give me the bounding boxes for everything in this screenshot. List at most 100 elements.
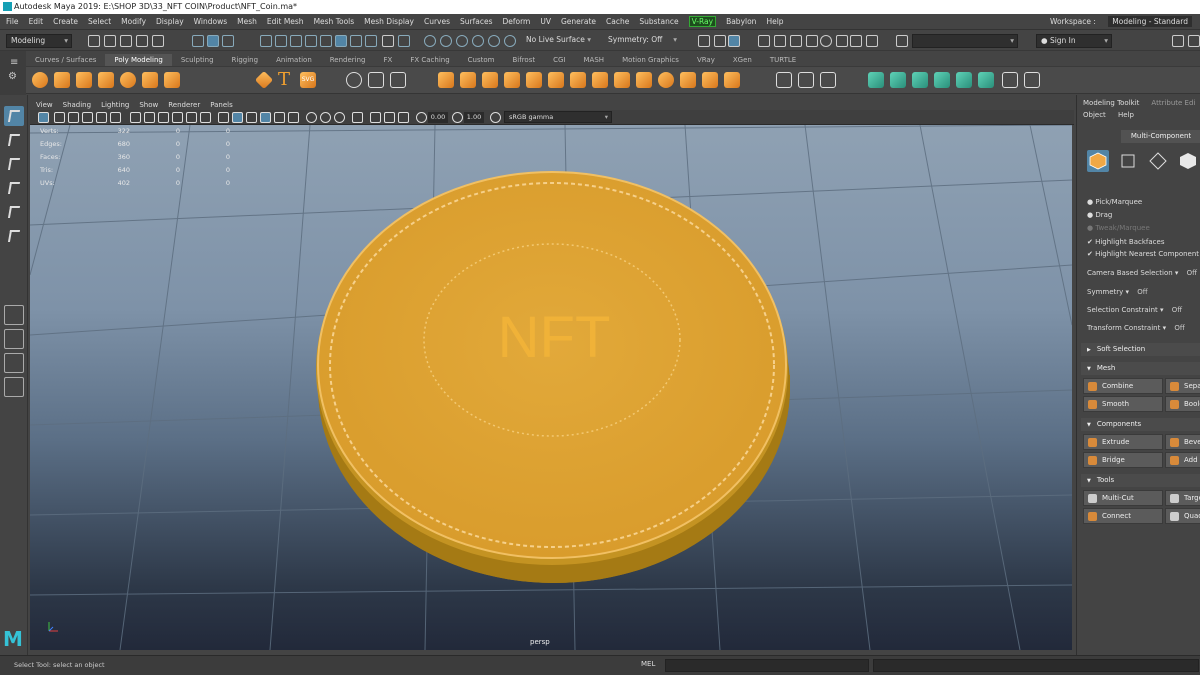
mirror-shelf-icon[interactable]: [504, 72, 520, 88]
tab-xgen[interactable]: XGen: [724, 54, 761, 66]
menu-babylon[interactable]: Babylon: [726, 17, 756, 26]
sign-in-button[interactable]: ● Sign In: [1036, 34, 1112, 48]
sidebar-toggle-icon[interactable]: [896, 35, 908, 47]
select-by-deformation-icon[interactable]: [320, 35, 332, 47]
undo-icon[interactable]: [136, 35, 148, 47]
edge-loop-shelf-icon[interactable]: [798, 72, 814, 88]
tab-sculpting[interactable]: Sculpting: [172, 54, 223, 66]
scale-tool-icon[interactable]: [4, 226, 24, 246]
menu-create[interactable]: Create: [53, 17, 78, 26]
motion-blur-icon[interactable]: [320, 112, 331, 123]
wireframe-on-shaded-icon[interactable]: [246, 112, 257, 123]
menu-cache[interactable]: Cache: [606, 17, 629, 26]
tab-bifrost[interactable]: Bifrost: [504, 54, 545, 66]
selection-constraint-option[interactable]: Selection Constraint ▾ Off: [1087, 306, 1182, 314]
select-object-icon[interactable]: [207, 35, 219, 47]
multi-cut-shelf-icon[interactable]: [776, 72, 792, 88]
snap-to-surface-icon[interactable]: [504, 35, 516, 47]
edge-mode-icon[interactable]: [1147, 150, 1169, 172]
separate-shelf-icon[interactable]: [460, 72, 476, 88]
drag-radio[interactable]: ● Drag: [1087, 211, 1112, 219]
mel-label[interactable]: MEL: [641, 660, 655, 668]
quad-draw-button[interactable]: Quad: [1165, 508, 1200, 524]
tab-attribute-editor[interactable]: Attribute Edi: [1145, 99, 1200, 110]
xray-joints-icon[interactable]: [384, 112, 395, 123]
tab-custom[interactable]: Custom: [459, 54, 504, 66]
bevel-shelf-icon[interactable]: [868, 72, 884, 88]
chamfer-shelf-icon[interactable]: [978, 72, 994, 88]
connect-button[interactable]: Connect: [1083, 508, 1163, 524]
lock-selection-icon[interactable]: [382, 35, 394, 47]
toolkit-menu-help[interactable]: Help: [1118, 111, 1134, 119]
textured-icon[interactable]: [260, 112, 271, 123]
new-scene-icon[interactable]: [88, 35, 100, 47]
move-tool-icon[interactable]: [4, 178, 24, 198]
extract-shelf-icon[interactable]: [482, 72, 498, 88]
menu-modify[interactable]: Modify: [121, 17, 146, 26]
construction-history-icon[interactable]: [714, 35, 726, 47]
snap-to-grid-icon[interactable]: [424, 35, 436, 47]
uv-editor-shelf-icon[interactable]: [658, 72, 674, 88]
menu-help[interactable]: Help: [766, 17, 783, 26]
delete-history-shelf-icon[interactable]: [1024, 72, 1040, 88]
gate-mask-icon[interactable]: [172, 112, 183, 123]
vray-ipr-icon[interactable]: [836, 35, 848, 47]
exposure-icon[interactable]: [416, 112, 427, 123]
render-icon[interactable]: [758, 35, 770, 47]
poly-cube-icon[interactable]: [54, 72, 70, 88]
menu-curves[interactable]: Curves: [424, 17, 450, 26]
tab-rendering[interactable]: Rendering: [321, 54, 375, 66]
select-by-curve-icon[interactable]: [290, 35, 302, 47]
color-management-icon[interactable]: [490, 112, 501, 123]
image-plane-icon[interactable]: [82, 112, 93, 123]
create-camera-icon[interactable]: [346, 72, 362, 88]
four-pane-layout-icon[interactable]: [4, 329, 24, 349]
soft-selection-section[interactable]: Soft Selection: [1081, 343, 1200, 356]
tab-turtle[interactable]: TURTLE: [761, 54, 805, 66]
xray-icon[interactable]: [370, 112, 381, 123]
film-gate-icon[interactable]: [144, 112, 155, 123]
vray-stop-icon[interactable]: [850, 35, 862, 47]
menu-edit[interactable]: Edit: [29, 17, 44, 26]
multi-component-button[interactable]: Multi-Component: [1121, 130, 1200, 143]
poly-sphere-icon[interactable]: [32, 72, 48, 88]
components-section[interactable]: Components: [1081, 418, 1200, 431]
combine-button[interactable]: Combine: [1083, 378, 1163, 394]
panel-menu-panels[interactable]: Panels: [210, 101, 233, 109]
perspective-viewport[interactable]: NFT Verts: 322 0 0 Edges: 680 0 0 Faces:…: [30, 125, 1072, 650]
redo-icon[interactable]: [152, 35, 164, 47]
view-transform-dropdown[interactable]: sRGB gamma: [504, 111, 612, 123]
select-component-icon[interactable]: [222, 35, 234, 47]
menu-edit-mesh[interactable]: Edit Mesh: [267, 17, 304, 26]
workspace-selector[interactable]: Workspace : Modeling - Standard: [1050, 16, 1192, 27]
safe-action-icon[interactable]: [200, 112, 211, 123]
camera-based-selection-option[interactable]: Camera Based Selection ▾ Off: [1087, 269, 1197, 277]
wireframe-icon[interactable]: [218, 112, 229, 123]
tab-modeling-toolkit[interactable]: Modeling Toolkit: [1077, 99, 1145, 110]
gamma-icon[interactable]: [452, 112, 463, 123]
poly-torus-icon[interactable]: [120, 72, 136, 88]
single-pane-layout-icon[interactable]: [4, 305, 24, 325]
mel-command-input[interactable]: [665, 659, 869, 672]
multisample-aa-icon[interactable]: [334, 112, 345, 123]
two-pane-layout-icon[interactable]: [4, 353, 24, 373]
gamma-field[interactable]: 1.00: [464, 112, 484, 123]
shadows-icon[interactable]: [288, 112, 299, 123]
poly-platonic-icon[interactable]: [254, 70, 274, 90]
add-divisions-button[interactable]: Add: [1165, 452, 1200, 468]
vray-pause-icon[interactable]: [866, 35, 878, 47]
select-by-misc-icon[interactable]: [365, 35, 377, 47]
panel-menu-view[interactable]: View: [36, 101, 53, 109]
menu-uv[interactable]: UV: [540, 17, 551, 26]
live-surface-field[interactable]: No Live Surface: [522, 34, 594, 48]
2d-pan-zoom-icon[interactable]: [96, 112, 107, 123]
poly-text-icon[interactable]: T: [278, 69, 290, 90]
multi-cut-button[interactable]: Multi-Cut: [1083, 490, 1163, 506]
toolkit-menu-object[interactable]: Object: [1083, 111, 1106, 119]
select-by-joint-icon[interactable]: [275, 35, 287, 47]
transfer-attr-shelf-icon[interactable]: [614, 72, 630, 88]
resolution-gate-icon[interactable]: [158, 112, 169, 123]
automatic-uv-shelf-icon[interactable]: [680, 72, 696, 88]
tools-section[interactable]: Tools: [1081, 474, 1200, 487]
unfold-shelf-icon[interactable]: [636, 72, 652, 88]
